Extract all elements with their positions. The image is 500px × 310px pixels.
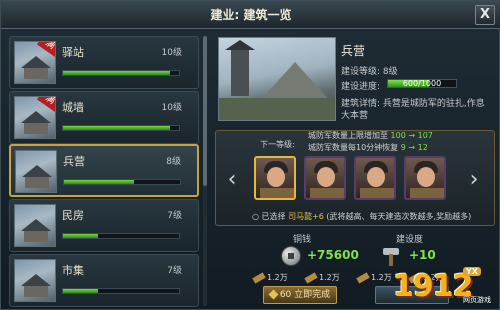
building-thumbnail: 满 — [14, 96, 56, 139]
building-overview-window: 建业: 建筑一览 X 满 驿站 10级 满 城墙 10级 兵营 8级 民房 7级… — [0, 0, 500, 310]
list-scrollbar[interactable] — [203, 36, 207, 306]
list-item-barracks[interactable]: 兵营 8级 — [9, 144, 199, 197]
logo-number: 1912 — [393, 269, 473, 304]
wood-icon — [356, 271, 370, 284]
build-progress-bar — [62, 233, 180, 239]
selected-hero-info: ○ 已选择 司马懿+6 (武将越高、每天建造次数越多,奖励越多) — [252, 212, 472, 221]
cost-item: 1.2万 — [304, 271, 340, 284]
build-progress-bar — [62, 70, 180, 76]
scrollbar-thumb[interactable] — [203, 36, 207, 186]
silver-reward: +75600 — [307, 248, 359, 262]
wood-icon — [252, 271, 266, 284]
build-progress-bar — [62, 288, 180, 294]
close-button[interactable]: X — [475, 5, 495, 25]
building-level: 8级 — [166, 157, 181, 167]
logo-subtitle: 网页游戏 — [463, 296, 491, 304]
building-level: 7级 — [167, 266, 182, 276]
building-name: 市集 — [62, 264, 84, 277]
cost-item: 1.2万 — [356, 271, 392, 284]
building-thumbnail — [14, 259, 56, 302]
building-level: 10级 — [161, 103, 182, 113]
silver-label: 铜钱 — [293, 235, 312, 245]
build-progress-bar — [62, 125, 180, 131]
upgrade-panel: 下一等级: 城防军数量上限增加至 100 → 107 城防军数量每10分钟恢复 … — [215, 130, 495, 226]
cost-item: 1.2万 — [252, 271, 288, 284]
coin-icon — [281, 246, 301, 266]
window-title: 建业: 建筑一览 — [210, 8, 292, 22]
building-name: 城墙 — [62, 101, 84, 114]
wood-icon — [304, 271, 318, 284]
hero-portrait-2[interactable] — [304, 156, 346, 200]
detail-level: 建设等级: 8级 — [341, 67, 398, 77]
next-hero-button[interactable]: › — [466, 167, 482, 193]
max-badge: 满 — [36, 42, 55, 58]
building-level: 7级 — [167, 211, 182, 221]
upgrade-line-2: 城防军数量每10分钟恢复 9 → 12 — [308, 143, 428, 152]
hero-portrait-4[interactable] — [404, 156, 446, 200]
site-watermark-logo: 1912 YX 网页游戏 — [393, 267, 497, 309]
building-level: 10级 — [161, 48, 182, 58]
upgrade-line-1: 城防军数量上限增加至 100 → 107 — [308, 131, 433, 140]
detail-building-name: 兵营 — [341, 44, 366, 58]
prev-hero-button[interactable]: ‹ — [224, 167, 240, 193]
gold-icon — [268, 289, 279, 300]
next-level-label: 下一等级: — [260, 140, 295, 149]
building-name: 驿站 — [62, 46, 84, 59]
detail-progress-text: 600/1000 — [402, 79, 442, 88]
list-item-station[interactable]: 满 驿站 10级 — [9, 36, 199, 89]
list-item-market[interactable]: 市集 7级 — [9, 254, 199, 307]
construction-label: 建设度 — [396, 235, 424, 245]
barracks-image — [218, 37, 336, 121]
construction-reward: +10 — [409, 248, 436, 262]
window-titlebar: 建业: 建筑一览 X — [1, 1, 500, 29]
building-thumbnail — [14, 204, 56, 247]
detail-description-cont: 大本营 — [341, 111, 369, 121]
detail-progress-bar: 600/1000 — [387, 79, 457, 88]
list-item-houses[interactable]: 民房 7级 — [9, 199, 199, 252]
building-name: 兵营 — [63, 155, 85, 168]
detail-progress-label: 建设进度: — [341, 82, 381, 92]
building-thumbnail: 满 — [14, 41, 56, 84]
build-progress-bar — [63, 179, 181, 185]
building-thumbnail — [15, 150, 57, 193]
hero-portrait-3[interactable] — [354, 156, 396, 200]
hero-portrait-1[interactable] — [254, 156, 296, 200]
building-list: 满 驿站 10级 满 城墙 10级 兵营 8级 民房 7级 市集 7级 — [7, 34, 207, 308]
finish-now-button[interactable]: 60 立即完成 — [263, 286, 337, 304]
building-name: 民房 — [62, 209, 84, 222]
logo-badge: YX — [463, 267, 481, 276]
max-badge: 满 — [36, 97, 55, 113]
list-item-city-wall[interactable]: 满 城墙 10级 — [9, 91, 199, 144]
hammer-icon — [381, 246, 401, 266]
